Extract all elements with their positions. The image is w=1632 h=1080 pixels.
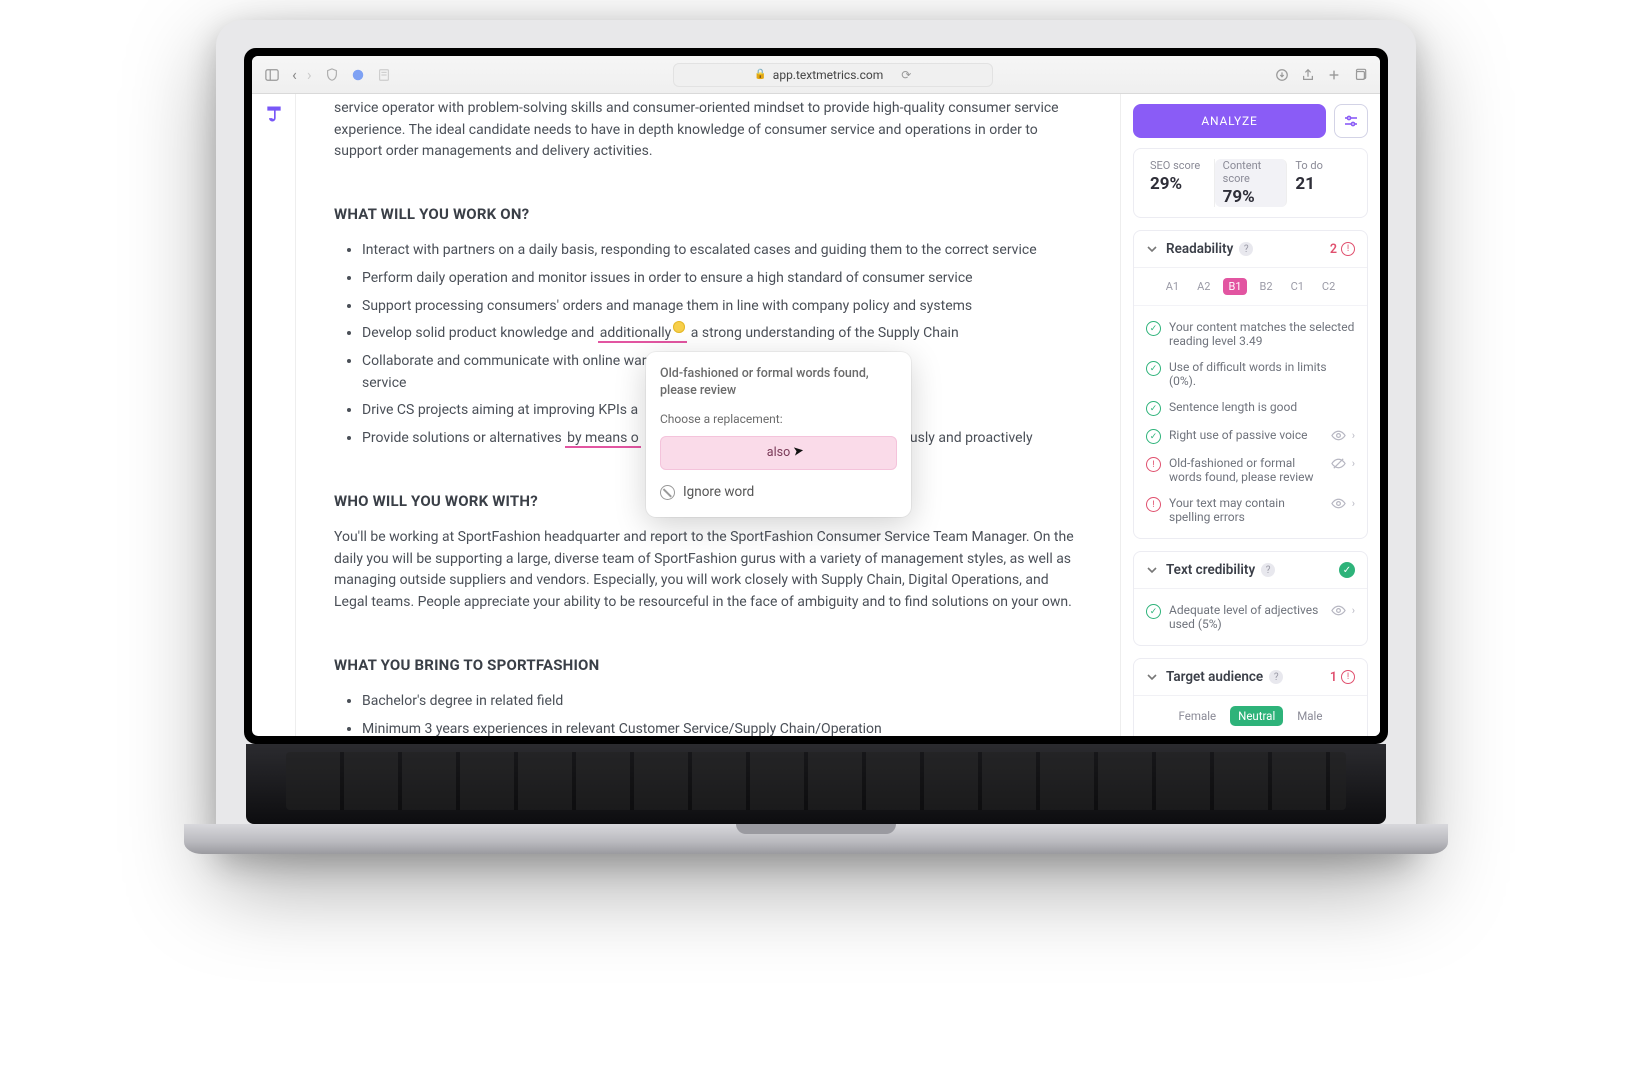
check-item[interactable]: ✓ Right use of passive voice › <box>1144 422 1357 450</box>
section-heading-work-on: WHAT WILL YOU WORK ON? <box>334 203 1082 226</box>
list-item: Perform daily operation and monitor issu… <box>362 268 1082 290</box>
list-item: Support processing consumers' orders and… <box>362 296 1082 318</box>
list-item: Interact with partners on a daily basis,… <box>362 240 1082 262</box>
alert-icon: ! <box>1341 670 1355 684</box>
app-left-rail <box>252 94 296 736</box>
eye-icon[interactable] <box>1331 428 1346 443</box>
ignore-word-button[interactable]: Ignore word <box>660 480 897 505</box>
section-body-work-with: You'll be working at SportFashion headqu… <box>334 527 1082 614</box>
laptop-base <box>184 824 1448 854</box>
score-summary: SEO score 29% Content score 79% To do 21 <box>1133 148 1368 218</box>
check-warn-icon: ! <box>1146 497 1161 512</box>
gender-neutral[interactable]: Neutral <box>1230 706 1283 726</box>
alert-icon: ! <box>1341 242 1355 256</box>
chevron-down-icon <box>1146 671 1158 683</box>
level-b2[interactable]: B2 <box>1255 278 1278 295</box>
check-warn-icon: ! <box>1146 457 1161 472</box>
nav-back-button[interactable]: ‹ <box>290 65 299 84</box>
list-item: Minimum 3 years experiences in relevant … <box>362 719 1082 736</box>
gender-male[interactable]: Male <box>1289 706 1330 726</box>
gender-selector: Female Neutral Male <box>1134 696 1367 736</box>
reader-icon[interactable] <box>376 67 392 83</box>
chevron-right-icon: › <box>1352 497 1355 510</box>
bullet-list-bring: Bachelor's degree in related field Minim… <box>334 691 1082 736</box>
document-editor[interactable]: service operator with problem-solving sk… <box>296 94 1120 736</box>
url-text: app.textmetrics.com <box>773 68 883 82</box>
chevron-right-icon: › <box>1352 429 1355 442</box>
suggestion-bulb-icon <box>673 321 685 333</box>
level-b1[interactable]: B1 <box>1223 278 1246 295</box>
check-ok-icon: ✓ <box>1146 401 1161 416</box>
replacement-suggestion[interactable]: also <box>660 436 897 469</box>
eye-icon[interactable] <box>1331 496 1346 511</box>
intro-paragraph: service operator with problem-solving sk… <box>334 98 1082 163</box>
check-ok-icon: ✓ <box>1146 429 1161 444</box>
help-icon[interactable]: ? <box>1261 563 1275 577</box>
ok-badge-icon: ✓ <box>1339 562 1355 578</box>
browser-toolbar: ‹ › 🔒 app.textmetrics.com <box>252 56 1380 94</box>
nav-forward-button: › <box>305 65 314 84</box>
share-icon[interactable] <box>1300 67 1316 83</box>
lock-icon: 🔒 <box>754 69 766 80</box>
check-ok-icon: ✓ <box>1146 604 1161 619</box>
check-item: ✓ Use of difficult words in limits (0%). <box>1144 354 1357 394</box>
section-heading-bring: WHAT YOU BRING TO SPORTFASHION <box>334 654 1082 677</box>
chevron-right-icon: › <box>1352 604 1355 617</box>
highlighted-word-additionally[interactable]: additionally <box>598 325 688 343</box>
download-icon[interactable] <box>1274 67 1290 83</box>
app-logo-icon[interactable] <box>264 104 284 124</box>
credibility-card: Text credibility ? ✓ ✓ Adequate level of… <box>1133 551 1368 646</box>
suggestion-popover: Old-fashioned or formal words found, ple… <box>646 352 911 517</box>
settings-button[interactable] <box>1334 104 1368 138</box>
popover-choose-label: Choose a replacement: <box>660 410 897 429</box>
help-icon[interactable]: ? <box>1269 670 1283 684</box>
check-item[interactable]: ! Your text may contain spelling errors … <box>1144 490 1357 530</box>
level-a2[interactable]: A2 <box>1192 278 1215 295</box>
help-icon[interactable]: ? <box>1239 242 1253 256</box>
eye-icon[interactable] <box>1331 603 1346 618</box>
list-item: Bachelor's degree in related field <box>362 691 1082 713</box>
gender-female[interactable]: Female <box>1171 706 1225 726</box>
seo-score[interactable]: SEO score 29% <box>1142 159 1215 207</box>
address-bar[interactable]: 🔒 app.textmetrics.com ⟳ <box>673 63 993 87</box>
eye-off-icon[interactable] <box>1331 456 1346 471</box>
reload-icon[interactable]: ⟳ <box>901 68 911 82</box>
level-c2[interactable]: C2 <box>1317 278 1340 295</box>
credibility-header[interactable]: Text credibility ? ✓ <box>1134 552 1367 589</box>
check-item[interactable]: ! Old-fashioned or formal words found, p… <box>1144 450 1357 490</box>
shield-icon[interactable] <box>324 67 340 83</box>
check-ok-icon: ✓ <box>1146 321 1161 336</box>
level-a1[interactable]: A1 <box>1161 278 1184 295</box>
laptop-mockup: ‹ › 🔒 app.textmetrics.com <box>216 20 1416 854</box>
content-score[interactable]: Content score 79% <box>1215 159 1288 207</box>
check-item: ✓ Sentence length is good <box>1144 394 1357 422</box>
audience-header[interactable]: Target audience ? 1 ! <box>1134 659 1367 696</box>
ban-icon <box>660 485 675 500</box>
chevron-right-icon: › <box>1352 457 1355 470</box>
check-item: ✓ Your content matches the selected read… <box>1144 314 1357 354</box>
todo-score[interactable]: To do 21 <box>1287 159 1359 207</box>
laptop-keyboard <box>246 744 1386 824</box>
readability-header[interactable]: Readability ? 2 ! <box>1134 231 1367 268</box>
level-c1[interactable]: C1 <box>1286 278 1309 295</box>
sidebar-toggle-icon[interactable] <box>264 67 280 83</box>
check-ok-icon: ✓ <box>1146 361 1161 376</box>
analysis-panel: ANALYZE SEO score 29% Content sco <box>1120 94 1380 736</box>
check-item[interactable]: ✓ Adequate level of adjectives used (5%)… <box>1144 597 1357 637</box>
tabs-icon[interactable] <box>1352 67 1368 83</box>
list-item: Develop solid product knowledge and addi… <box>362 323 1082 345</box>
analyze-button[interactable]: ANALYZE <box>1133 104 1326 138</box>
popover-title: Old-fashioned or formal words found, ple… <box>660 366 897 400</box>
audience-card: Target audience ? 1 ! Female Neutral <box>1133 658 1368 736</box>
readability-card: Readability ? 2 ! A1 A2 B1 <box>1133 230 1368 539</box>
chevron-down-icon <box>1146 243 1158 255</box>
new-tab-icon[interactable] <box>1326 67 1342 83</box>
chevron-down-icon <box>1146 564 1158 576</box>
privacy-icon[interactable] <box>350 67 366 83</box>
highlighted-phrase-by-means-of[interactable]: by means o <box>565 430 641 448</box>
reading-level-selector: A1 A2 B1 B2 C1 C2 <box>1134 268 1367 306</box>
